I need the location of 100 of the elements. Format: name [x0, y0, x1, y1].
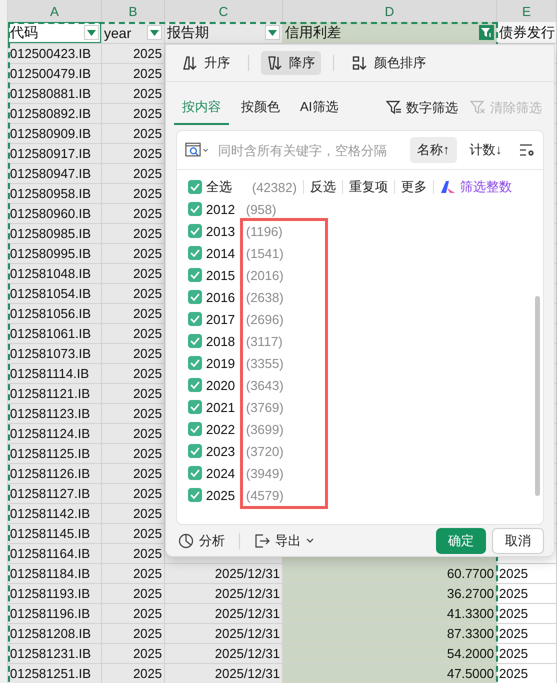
- filter-applied-button[interactable]: [479, 25, 494, 40]
- checkbox[interactable]: [188, 422, 202, 436]
- column-header[interactable]: E: [497, 0, 557, 22]
- list-sort-button[interactable]: 名称↑: [410, 137, 456, 163]
- item-count: (3117): [246, 334, 283, 348]
- table-cell: 012581142.IB: [8, 504, 102, 524]
- filter-icon: [386, 100, 402, 115]
- table-cell: 012581164.IB: [8, 544, 102, 564]
- header-label: year: [104, 24, 132, 40]
- checkbox[interactable]: [188, 400, 202, 414]
- checkbox[interactable]: [188, 180, 202, 194]
- item-label[interactable]: 2014: [206, 246, 242, 260]
- list-sort-button[interactable]: 计数↓: [462, 137, 509, 163]
- list-action-link[interactable]: 重复项: [348, 178, 388, 196]
- table-cell: 2025: [102, 284, 165, 304]
- column-header[interactable]: A: [8, 0, 102, 22]
- item-label[interactable]: 2021: [206, 400, 242, 414]
- item-count: (2696): [246, 312, 284, 326]
- checkbox[interactable]: [188, 268, 202, 282]
- search-field[interactable]: 同时含所有关键字，空格分隔: [185, 140, 404, 160]
- sort-button[interactable]: 颜色排序: [346, 51, 432, 75]
- table-cell: 41.3300: [283, 604, 497, 624]
- table-cell: 012580892.IB: [8, 104, 102, 124]
- checkbox[interactable]: [188, 202, 202, 216]
- scroll-thumb[interactable]: [535, 296, 540, 496]
- column-header[interactable]: D: [283, 0, 497, 22]
- item-label[interactable]: 2020: [206, 378, 242, 392]
- table-cell: 2025: [102, 404, 165, 424]
- list-action-link[interactable]: 反选: [310, 178, 336, 196]
- sort-button[interactable]: 升序: [176, 51, 236, 75]
- dropdown-arrow-icon: [150, 30, 159, 36]
- item-label[interactable]: 2016: [206, 290, 242, 304]
- item-label[interactable]: 2019: [206, 356, 242, 370]
- smart-filter-link[interactable]: 筛选整数: [460, 178, 512, 196]
- sort-button[interactable]: 降序: [261, 51, 321, 75]
- column-header[interactable]: C: [165, 0, 283, 22]
- table-cell: 012580917.IB: [8, 144, 102, 164]
- item-count: (3643): [246, 378, 284, 392]
- table-cell: 2025/12/31: [165, 604, 283, 624]
- table-cell: 2025: [497, 664, 557, 683]
- table-cell: 2025/12/31: [165, 564, 283, 584]
- checkbox[interactable]: [188, 378, 202, 392]
- table-cell: 012580960.IB: [8, 204, 102, 224]
- table-cell: 012581123.IB: [8, 404, 102, 424]
- item-label[interactable]: 2023: [206, 444, 242, 458]
- table-cell: 2025: [102, 264, 165, 284]
- table-cell: 012581125.IB: [8, 444, 102, 464]
- filter-tab[interactable]: 按内容: [174, 94, 229, 124]
- item-count: (2016): [246, 268, 284, 282]
- table-cell: 2025: [497, 644, 557, 664]
- checkbox[interactable]: [188, 290, 202, 304]
- table-cell: 2025/12/31: [165, 644, 283, 664]
- table-cell: 2025: [102, 184, 165, 204]
- cancel-button[interactable]: 取消: [492, 528, 544, 554]
- item-label[interactable]: 2017: [206, 312, 242, 326]
- checkbox[interactable]: [188, 488, 202, 502]
- table-cell: 2025: [102, 524, 165, 544]
- export-button[interactable]: 导出: [252, 530, 316, 552]
- table-cell: 012581196.IB: [8, 604, 102, 624]
- table-cell: 012580985.IB: [8, 224, 102, 244]
- filter-dropdown-button[interactable]: [84, 25, 99, 40]
- filter-tab[interactable]: 按颜色: [233, 94, 288, 124]
- clear-filter-icon: [470, 100, 486, 115]
- item-label[interactable]: 2025: [206, 488, 242, 502]
- table-cell: 2025: [102, 644, 165, 664]
- analyze-button[interactable]: 分析: [176, 530, 227, 552]
- table-cell: 2025: [102, 144, 165, 164]
- header-label: 债券发行: [499, 24, 555, 42]
- filter-dropdown-button[interactable]: [265, 25, 280, 40]
- list-settings-icon[interactable]: [519, 143, 535, 157]
- item-label[interactable]: 2012: [206, 202, 242, 216]
- table-cell: 2025: [102, 164, 165, 184]
- table-cell: 36.2700: [283, 584, 497, 604]
- checkbox[interactable]: [188, 224, 202, 238]
- table-cell: 012581193.IB: [8, 584, 102, 604]
- item-label[interactable]: 2015: [206, 268, 242, 282]
- table-cell: 012581184.IB: [8, 564, 102, 584]
- filter-tab[interactable]: AI筛选: [292, 94, 346, 124]
- column-header[interactable]: B: [102, 0, 165, 22]
- item-label[interactable]: 2024: [206, 466, 242, 480]
- dropdown-arrow-icon: [268, 30, 277, 36]
- filter-dropdown-button[interactable]: [147, 25, 162, 40]
- confirm-button[interactable]: 确定: [436, 528, 486, 554]
- table-cell: 2025: [102, 304, 165, 324]
- checkbox[interactable]: [188, 466, 202, 480]
- select-all-label[interactable]: 全选: [206, 178, 242, 196]
- table-cell: 2025: [102, 204, 165, 224]
- checkbox[interactable]: [188, 334, 202, 348]
- filter-action-button[interactable]: 数字筛选: [382, 94, 462, 124]
- checkbox[interactable]: [188, 246, 202, 260]
- checkbox[interactable]: [188, 312, 202, 326]
- table-cell: 2025/12/31: [165, 624, 283, 644]
- item-label[interactable]: 2018: [206, 334, 242, 348]
- item-label[interactable]: 2013: [206, 224, 242, 238]
- checkbox[interactable]: [188, 444, 202, 458]
- checkbox[interactable]: [188, 356, 202, 370]
- item-label[interactable]: 2022: [206, 422, 242, 436]
- table-cell: 2025: [102, 604, 165, 624]
- table-cell: 012580881.IB: [8, 84, 102, 104]
- list-action-link[interactable]: 更多: [400, 178, 427, 196]
